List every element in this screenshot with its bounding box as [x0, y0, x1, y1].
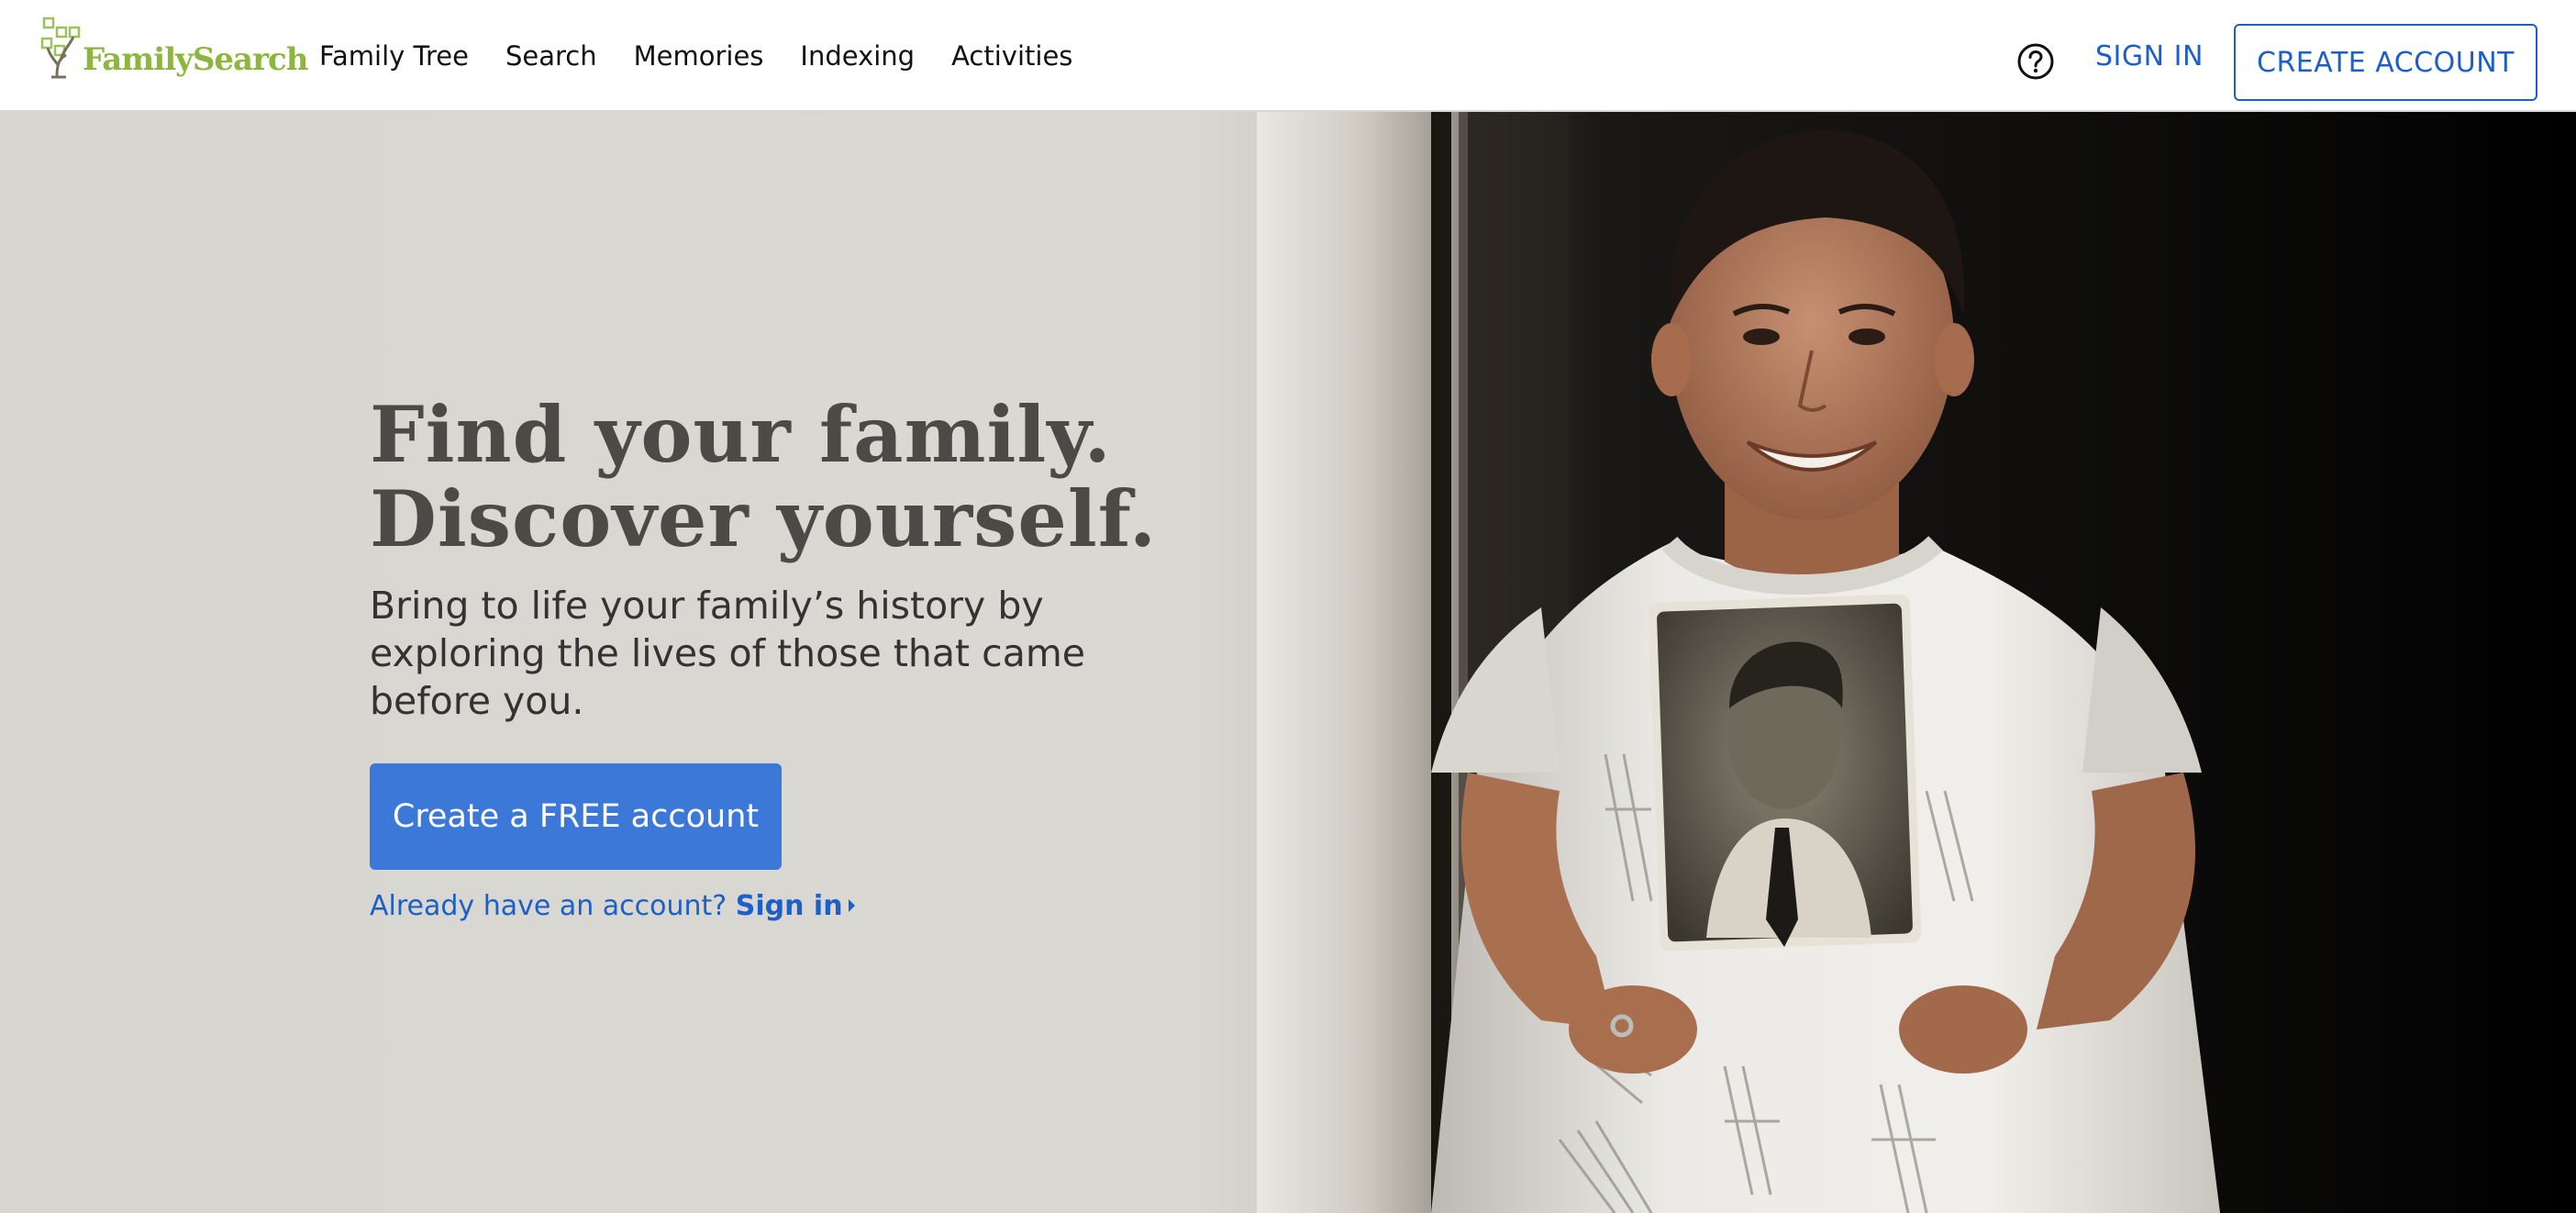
hero-sign-in-label: Sign in: [735, 890, 843, 922]
sign-in-link[interactable]: SIGN IN: [2095, 0, 2204, 112]
nav-search[interactable]: Search: [505, 40, 597, 72]
nav-activities[interactable]: Activities: [951, 40, 1072, 72]
main-nav: Family Tree Search Memories Indexing Act…: [319, 0, 1072, 112]
create-account-button[interactable]: CREATE ACCOUNT: [2234, 24, 2537, 101]
nav-family-tree[interactable]: Family Tree: [319, 40, 469, 72]
already-have-account: Already have an account? Sign in: [370, 890, 1177, 922]
top-header: FamilySearch Family Tree Search Memories…: [0, 0, 2576, 112]
familysearch-logo[interactable]: FamilySearch: [39, 15, 308, 79]
nav-memories[interactable]: Memories: [634, 40, 764, 72]
vintage-portrait: [1648, 594, 1922, 951]
question-circle-icon: [2017, 43, 2054, 80]
create-free-account-button[interactable]: Create a FREE account: [370, 763, 782, 870]
hero-content: Find your family. Discover yourself. Bri…: [370, 393, 1177, 922]
already-have-account-text: Already have an account?: [370, 890, 736, 922]
caret-right-icon: [848, 899, 855, 912]
hero-title: Find your family. Discover yourself.: [370, 393, 1177, 562]
family-tree-logo-icon: [40, 17, 81, 79]
hero-title-line-2: Discover yourself.: [370, 473, 1158, 564]
help-button[interactable]: [2016, 42, 2055, 81]
nav-indexing[interactable]: Indexing: [800, 40, 915, 72]
hero-subtitle: Bring to life your family’s history by e…: [370, 584, 1085, 723]
hero-sign-in-link[interactable]: Sign in: [736, 890, 855, 922]
brand-name: FamilySearch: [83, 41, 308, 78]
hero-title-line-1: Find your family.: [370, 389, 1112, 480]
hero-section: Find your family. Discover yourself. Bri…: [0, 112, 2576, 1213]
